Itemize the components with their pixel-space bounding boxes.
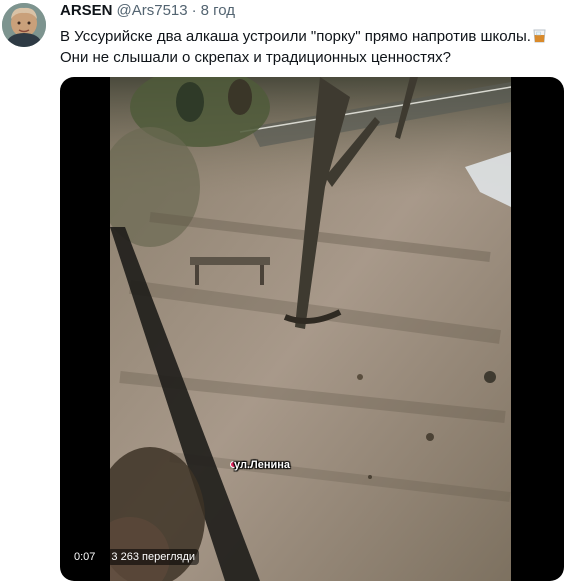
- tweet-card[interactable]: ARSEN @Ars7513 · 8 год В Уссурийске два …: [0, 0, 569, 585]
- avatar[interactable]: [2, 3, 46, 47]
- tweet-text-line-1: В Уссурийске два алкаша устроили "порку"…: [60, 28, 531, 45]
- street-label: ул.Ленина: [234, 459, 291, 471]
- video-view-count: 3 263 перегляди: [107, 549, 200, 565]
- timestamp[interactable]: 8 год: [201, 2, 235, 19]
- separator-dot: ·: [191, 2, 197, 19]
- tumbler-glass-icon: [533, 28, 546, 43]
- video-player[interactable]: ул.Ленина 0:07 3 263 перегляди: [60, 77, 564, 581]
- video-duration: 0:07: [70, 549, 100, 565]
- author-handle[interactable]: @Ars7513: [117, 2, 188, 19]
- video-frame: ул.Ленина: [110, 77, 511, 581]
- video-meta: 0:07 3 263 перегляди: [70, 549, 200, 565]
- tweet-header: ARSEN @Ars7513 · 8 год: [60, 2, 235, 22]
- author-name[interactable]: ARSEN: [60, 2, 113, 19]
- tweet-text: В Уссурийске два алкаша устроили "порку"…: [60, 26, 565, 68]
- tweet-text-line-2: Они не слышали о скрепах и традиционных …: [60, 49, 451, 66]
